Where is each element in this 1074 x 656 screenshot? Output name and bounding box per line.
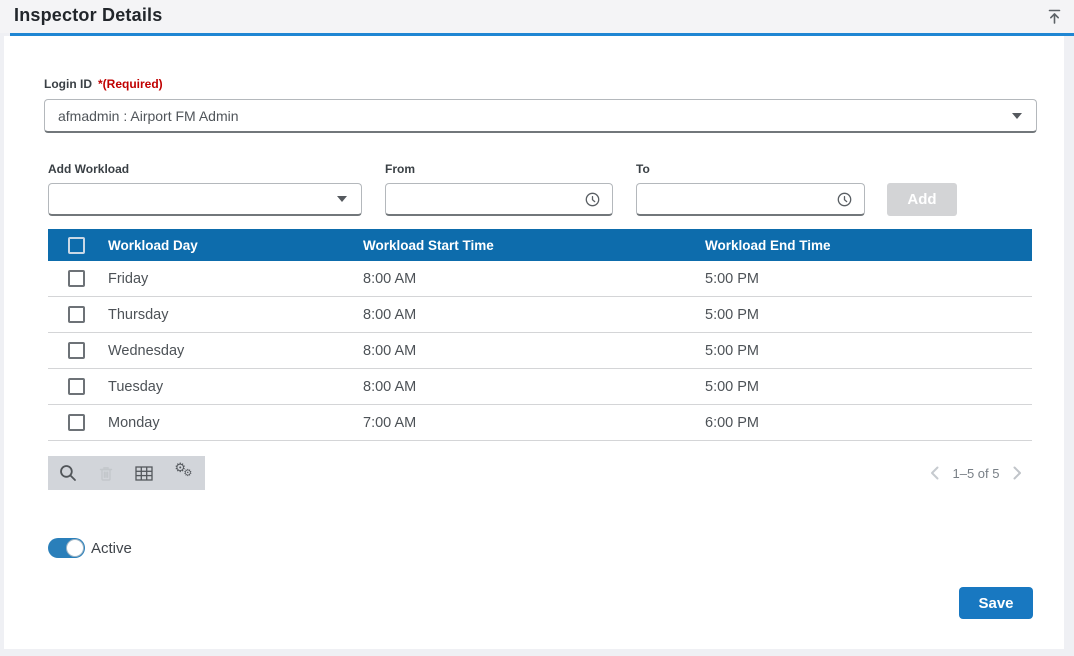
workload-end-cell: 5:00 PM: [705, 271, 1032, 287]
active-toggle-label: Active: [91, 540, 132, 557]
chevron-down-icon: [337, 196, 347, 202]
active-toggle[interactable]: [48, 538, 85, 558]
collapse-panel-icon[interactable]: [1044, 8, 1064, 28]
pagination: 1–5 of 5: [930, 463, 1022, 483]
workload-start-cell: 8:00 AM: [363, 379, 705, 395]
workload-end-cell: 5:00 PM: [705, 379, 1032, 395]
to-time-field: [636, 183, 865, 216]
previous-page-icon[interactable]: [930, 466, 939, 480]
page-range-label: 1–5 of 5: [953, 466, 1000, 481]
inspector-details-page: Inspector Details Login ID*(Required) af…: [0, 0, 1074, 656]
titlebar: Inspector Details: [0, 0, 1074, 33]
from-time-input[interactable]: [386, 184, 585, 214]
workload-start-cell: 7:00 AM: [363, 415, 705, 431]
table-row: Wednesday 8:00 AM 5:00 PM: [48, 333, 1032, 369]
row-checkbox[interactable]: [68, 342, 85, 359]
login-id-select[interactable]: afmadmin : Airport FM Admin: [44, 99, 1037, 133]
page-title: Inspector Details: [14, 5, 162, 26]
login-id-label: Login ID*(Required): [44, 77, 163, 91]
table-row: Tuesday 8:00 AM 5:00 PM: [48, 369, 1032, 405]
column-header-end: Workload End Time: [705, 238, 1032, 253]
save-button[interactable]: Save: [959, 587, 1033, 619]
chevron-down-icon: [1012, 113, 1022, 119]
search-icon[interactable]: [59, 464, 77, 482]
workload-start-cell: 8:00 AM: [363, 271, 705, 287]
column-header-start: Workload Start Time: [363, 238, 705, 253]
next-page-icon[interactable]: [1013, 466, 1022, 480]
from-label: From: [385, 162, 415, 176]
add-workload-label: Add Workload: [48, 162, 129, 176]
login-id-value: afmadmin : Airport FM Admin: [45, 108, 1012, 124]
row-checkbox[interactable]: [68, 378, 85, 395]
workload-end-cell: 5:00 PM: [705, 307, 1032, 323]
required-indicator: *(Required): [98, 77, 163, 91]
add-workload-select[interactable]: [48, 183, 362, 216]
clock-icon[interactable]: [837, 192, 852, 207]
workload-day-cell: Thursday: [108, 307, 363, 323]
table-row: Friday 8:00 AM 5:00 PM: [48, 261, 1032, 297]
table-row: Thursday 8:00 AM 5:00 PM: [48, 297, 1032, 333]
table-header: Workload Day Workload Start Time Workloa…: [48, 229, 1032, 261]
clock-icon[interactable]: [585, 192, 600, 207]
table-toolbar: ⚙⚙: [48, 456, 205, 490]
row-checkbox[interactable]: [68, 306, 85, 323]
workload-day-cell: Tuesday: [108, 379, 363, 395]
workload-start-cell: 8:00 AM: [363, 307, 705, 323]
workload-day-cell: Wednesday: [108, 343, 363, 359]
toggle-knob: [66, 539, 84, 557]
workload-start-cell: 8:00 AM: [363, 343, 705, 359]
from-time-field: [385, 183, 613, 216]
workload-day-cell: Friday: [108, 271, 363, 287]
table-row: Monday 7:00 AM 6:00 PM: [48, 405, 1032, 441]
column-header-day: Workload Day: [108, 238, 363, 253]
workload-day-cell: Monday: [108, 415, 363, 431]
delete-icon[interactable]: [98, 465, 114, 482]
table-view-icon[interactable]: [135, 466, 153, 481]
to-time-input[interactable]: [637, 184, 837, 214]
settings-gears-icon[interactable]: ⚙⚙: [174, 463, 194, 483]
to-label: To: [636, 162, 650, 176]
workload-end-cell: 5:00 PM: [705, 343, 1032, 359]
add-button[interactable]: Add: [887, 183, 957, 216]
row-checkbox[interactable]: [68, 270, 85, 287]
workload-end-cell: 6:00 PM: [705, 415, 1032, 431]
row-checkbox[interactable]: [68, 414, 85, 431]
select-all-checkbox[interactable]: [68, 237, 85, 254]
